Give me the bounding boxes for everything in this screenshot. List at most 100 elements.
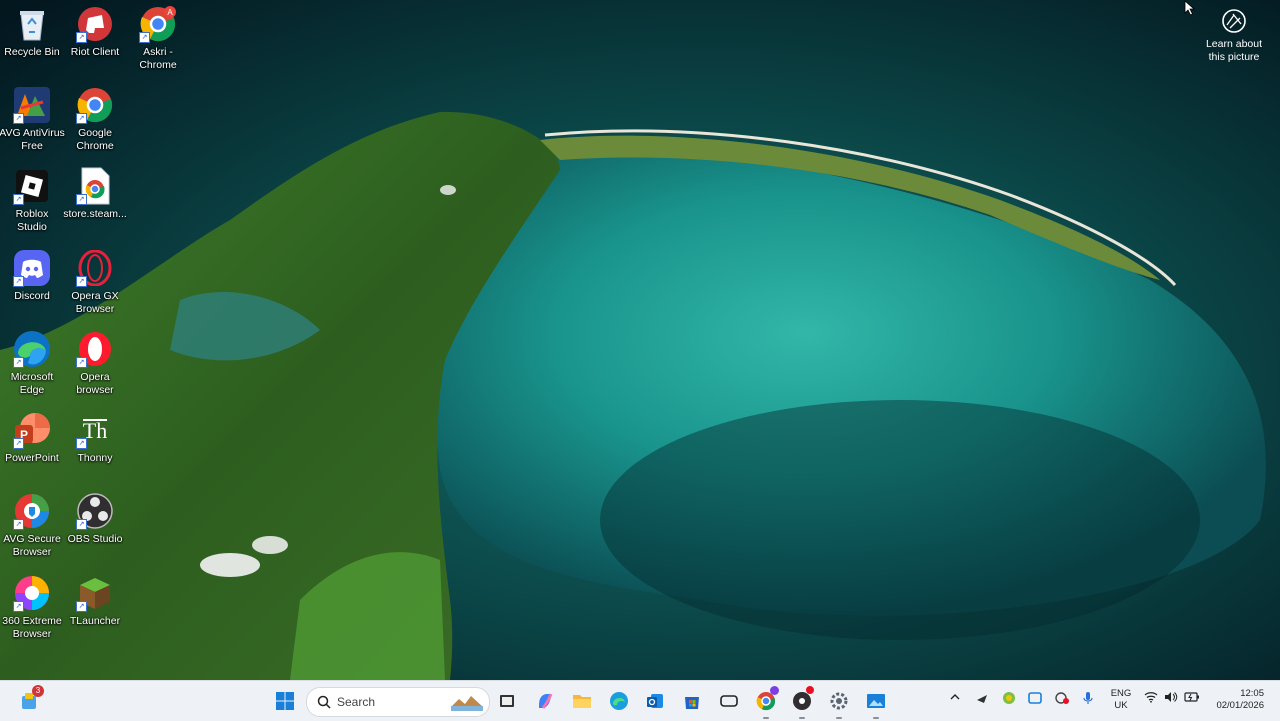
desktop-icon-label: AVG AntiVirus Free (0, 127, 65, 152)
volume-icon (1165, 692, 1178, 702)
desktop-icon-label: PowerPoint (5, 452, 59, 464)
tray-microphone[interactable] (1082, 691, 1094, 708)
obs-icon (793, 692, 811, 710)
desktop-icon-opera-browser[interactable]: ↗ Opera browser (63, 330, 127, 397)
widgets-button[interactable]: 3 (16, 685, 44, 715)
chrome-profile-icon: A ↗ (139, 5, 177, 43)
tray-app-4[interactable] (1055, 691, 1069, 708)
taskbar-search-box[interactable]: Search (306, 687, 490, 717)
microsoft-store-icon (685, 697, 699, 709)
taskbar-photos[interactable] (862, 687, 890, 719)
desktop-icon-discord[interactable]: ↗ Discord (0, 249, 64, 303)
desktop-icon-recycle-bin[interactable]: Recycle Bin (0, 5, 64, 59)
desktop-icon-tlauncher[interactable]: ↗ TLauncher (63, 574, 127, 628)
desktop-icon-roblox-studio[interactable]: ↗ Roblox Studio (0, 167, 64, 234)
tray-app-3[interactable] (1028, 691, 1042, 708)
desktop-icon-opera-gx[interactable]: ↗ Opera GX Browser (63, 249, 127, 316)
desktop-icon-riot-client[interactable]: ↗ Riot Client (63, 5, 127, 59)
thonny-icon: Th ↗ (76, 411, 114, 449)
taskbar-outlook[interactable] (641, 687, 669, 715)
taskbar-obs[interactable] (788, 686, 816, 719)
avg-secure-browser-icon: ↗ (13, 492, 51, 530)
shortcut-arrow-icon: ↗ (13, 519, 24, 530)
tray-app-2-icon (1003, 692, 1015, 704)
desktop-icon-label: Thonny (77, 452, 113, 464)
desktop-icon-avg-antivirus[interactable]: ↗ AVG AntiVirus Free (0, 86, 65, 153)
quick-settings-button[interactable] (1144, 691, 1158, 706)
language-region: UK (1114, 700, 1128, 711)
desktop-icon-label: Roblox Studio (15, 208, 49, 233)
shortcut-arrow-icon: ↗ (76, 519, 87, 530)
learn-about-label: Learn about this picture (1205, 38, 1263, 63)
volume-button[interactable] (1164, 691, 1178, 706)
desktop-icon-label: Opera GX Browser (71, 290, 119, 315)
desktop-icon-label: store.steam... (63, 208, 127, 220)
mouse-cursor-icon (1184, 0, 1196, 16)
widgets-badge: 3 (32, 685, 44, 697)
desktop-icon-microsoft-edge[interactable]: ↗ Microsoft Edge (0, 330, 64, 397)
desktop-icon-google-chrome[interactable]: ↗ Google Chrome (63, 86, 127, 153)
start-button[interactable] (271, 687, 299, 715)
tray-app-4-icon (1055, 692, 1069, 704)
clock-date: 02/01/2026 (1216, 700, 1264, 711)
taskbar-chrome[interactable] (752, 686, 780, 719)
tray-overflow-button[interactable] (949, 691, 961, 706)
svg-text:A: A (167, 8, 173, 17)
tlauncher-icon: ↗ (76, 574, 114, 612)
chrome-document-icon: ↗ (76, 167, 114, 205)
shortcut-arrow-icon: ↗ (13, 113, 24, 124)
shortcut-arrow-icon: ↗ (139, 32, 150, 43)
desktop-wallpaper (0, 0, 1280, 680)
taskbar-settings[interactable] (825, 687, 853, 719)
capture-icon (720, 695, 738, 707)
shortcut-arrow-icon: ↗ (76, 438, 87, 449)
learn-about-picture[interactable]: Learn about this picture (1198, 8, 1270, 64)
search-placeholder: Search (337, 695, 376, 709)
shortcut-arrow-icon: ↗ (13, 438, 24, 449)
desktop-icon-chrome-document[interactable]: ↗ store.steam... (63, 167, 127, 221)
outlook-icon (647, 694, 663, 708)
taskbar-edge[interactable] (605, 687, 633, 715)
taskbar-file-explorer[interactable] (568, 687, 596, 715)
tray-app-1[interactable] (975, 691, 989, 708)
shortcut-arrow-icon: ↗ (76, 194, 87, 205)
start-icon (276, 692, 294, 710)
360-browser-icon: ↗ (13, 574, 51, 612)
copilot-icon (539, 693, 553, 709)
desktop-icon-label: Discord (14, 290, 50, 302)
edge-icon (610, 692, 628, 710)
google-chrome-icon: ↗ (76, 86, 114, 124)
taskbar-capture[interactable] (715, 687, 743, 715)
tray-app-2[interactable] (1002, 691, 1016, 708)
recycle-bin-icon (13, 5, 51, 43)
battery-button[interactable] (1184, 691, 1200, 706)
desktop-icon-obs-studio[interactable]: ↗ OBS Studio (63, 492, 127, 546)
microphone-icon (1083, 692, 1093, 704)
language-code: ENG (1110, 688, 1132, 699)
taskbar-task-view[interactable] (493, 687, 521, 715)
desktop-icon-thonny[interactable]: Th ↗ Thonny (63, 411, 127, 465)
shortcut-arrow-icon: ↗ (76, 113, 87, 124)
desktop-icon-avg-secure-browser[interactable]: ↗ AVG Secure Browser (0, 492, 64, 559)
search-highlight-icon (451, 696, 483, 711)
desktop-icon-powerpoint[interactable]: P ↗ PowerPoint (0, 411, 64, 465)
shortcut-arrow-icon: ↗ (76, 357, 87, 368)
riot-client-icon: ↗ (76, 5, 114, 43)
settings-icon (830, 692, 848, 710)
desktop-icon-label: Microsoft Edge (10, 371, 54, 396)
desktop-icon-chrome-profile[interactable]: A ↗ Askri - Chrome (126, 5, 190, 72)
desktop-icon-label: OBS Studio (67, 533, 123, 545)
taskbar-clock[interactable]: 12:05 02/01/2026 (1208, 688, 1264, 712)
desktop-icon-label: Recycle Bin (4, 46, 60, 58)
opera-browser-icon: ↗ (76, 330, 114, 368)
photos-icon (867, 694, 885, 708)
desktop-icon-360-browser[interactable]: ↗ 360 Extreme Browser (0, 574, 64, 641)
roblox-studio-icon: ↗ (13, 167, 51, 205)
opera-gx-icon: ↗ (76, 249, 114, 287)
taskbar-copilot[interactable] (531, 687, 559, 715)
shortcut-arrow-icon: ↗ (13, 276, 24, 287)
language-indicator[interactable]: ENG UK (1106, 688, 1136, 712)
shortcut-arrow-icon: ↗ (76, 276, 87, 287)
taskbar-store[interactable] (678, 687, 706, 715)
desktop-icon-label: Askri - Chrome (139, 46, 177, 71)
